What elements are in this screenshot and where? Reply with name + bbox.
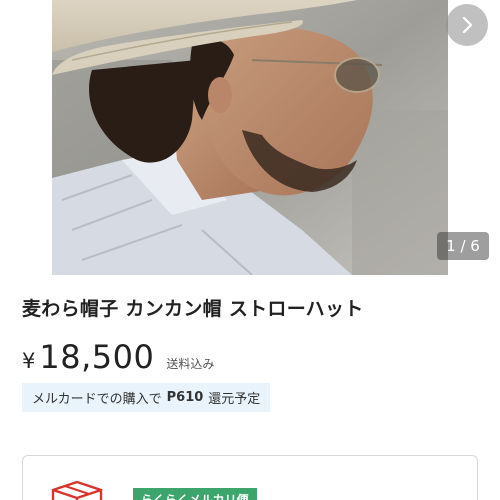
item-title: 麦わら帽子 カンカン帽 ストローハット [22, 298, 364, 320]
points-banner[interactable]: メルカードでの購入で P610 還元予定 [22, 383, 271, 412]
currency-symbol: ¥ [22, 349, 36, 373]
product-photo[interactable] [52, 0, 448, 275]
photo-carousel[interactable]: 1 / 6 [0, 0, 500, 275]
price-row: ¥ 18,500 送料込み [22, 338, 214, 378]
points-suffix: 還元予定 [208, 392, 261, 407]
package-icon [51, 480, 103, 500]
item-detail-screen: 1 / 6 麦わら帽子 カンカン帽 ストローハット ¥ 18,500 送料込み … [0, 0, 500, 500]
shipping-method-card[interactable]: らくらくメルカリ便 [22, 455, 478, 500]
points-amount: P610 [166, 390, 204, 405]
shipping-included-label: 送料込み [166, 357, 215, 371]
next-photo-button[interactable] [446, 4, 488, 46]
chevron-right-icon [462, 16, 473, 34]
points-prefix: メルカードでの購入で [32, 392, 162, 407]
shipping-method-tag: らくらくメルカリ便 [133, 488, 257, 500]
photo-counter: 1 / 6 [437, 232, 489, 260]
item-price: 18,500 [39, 338, 155, 376]
